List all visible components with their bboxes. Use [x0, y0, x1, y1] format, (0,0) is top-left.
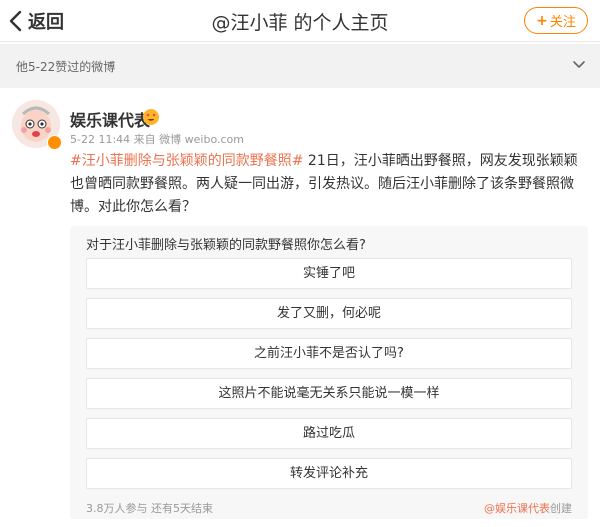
vote-stats: 3.8万人参与 还有5天结束 [86, 502, 213, 515]
vote-option[interactable]: 路过吃瓜 [86, 418, 572, 449]
post-username[interactable]: 娱乐课代表 [70, 107, 150, 131]
chevron-down-icon[interactable] [572, 58, 586, 72]
vote-question: 对于汪小菲删除与张颖颖的同款野餐照你怎么看? [86, 238, 366, 253]
vote-creator-handle[interactable]: @娱乐课代表 [484, 502, 550, 515]
vote-option[interactable]: 实锤了吧 [86, 258, 572, 289]
topic-link[interactable]: #汪小菲删除与张颖颖的同款野餐照# [70, 153, 303, 169]
vote-creator: @娱乐课代表创建 [484, 500, 572, 516]
verified-badge-icon [47, 135, 62, 150]
follow-label: 关注 [549, 15, 576, 30]
post-time: 5-22 11:44 [70, 133, 131, 146]
vote-creator-suffix: 创建 [550, 502, 572, 515]
vote-option[interactable]: 转发评论补充 [86, 458, 572, 489]
heart-eyes-badge-icon [143, 109, 159, 125]
vote-option[interactable]: 这照片不能说毫无关系只能说一模一样 [86, 378, 572, 409]
post-text: #汪小菲删除与张颖颖的同款野餐照# 21日，汪小菲晒出野餐照，网友发现张颖颖也曾… [70, 150, 588, 219]
liked-section-header[interactable]: 他5-22赞过的微博 [0, 44, 600, 88]
post-meta: 5-22 11:44 来自 微博 weibo.com [70, 131, 244, 147]
vote-option[interactable]: 发了又删，何必呢 [86, 298, 572, 329]
top-bar: 返回 @汪小菲 的个人主页 + 关注 [0, 0, 600, 42]
follow-button[interactable]: + 关注 [524, 7, 588, 34]
post-source: 来自 微博 weibo.com [133, 133, 244, 146]
vote-option[interactable]: 之前汪小菲不是否认了吗? [86, 338, 572, 369]
page-title: @汪小菲 的个人主页 [211, 12, 389, 34]
vote-card: 对于汪小菲删除与张颖颖的同款野餐照你怎么看? 实锤了吧 发了又删，何必呢 之前汪… [70, 226, 588, 519]
plus-icon: + [536, 12, 548, 29]
liked-section-label: 他5-22赞过的微博 [16, 60, 116, 74]
